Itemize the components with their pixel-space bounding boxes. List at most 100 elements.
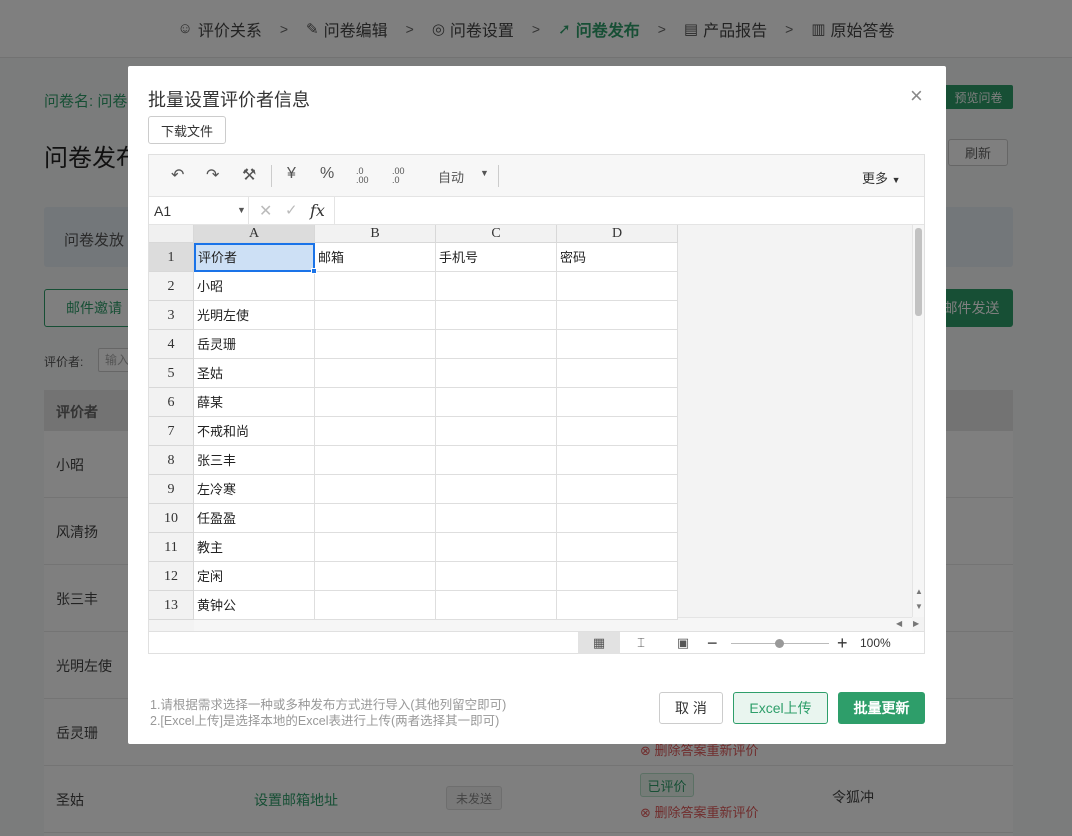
- spreadsheet-cell[interactable]: [436, 533, 557, 562]
- spreadsheet-cell[interactable]: [436, 446, 557, 475]
- row-header[interactable]: 6: [149, 388, 194, 417]
- spreadsheet-cell[interactable]: [436, 272, 557, 301]
- spreadsheet-cell[interactable]: [557, 417, 678, 446]
- zoom-out-icon[interactable]: −: [707, 633, 718, 653]
- spreadsheet-cell[interactable]: [557, 359, 678, 388]
- excel-upload-button[interactable]: Excel上传: [733, 692, 828, 724]
- row-header[interactable]: 8: [149, 446, 194, 475]
- decimal-increase-button[interactable]: .0 .00: [356, 167, 376, 185]
- spreadsheet-cell[interactable]: [557, 504, 678, 533]
- spreadsheet-cell[interactable]: [436, 562, 557, 591]
- spreadsheet-cell[interactable]: 邮箱: [315, 243, 436, 272]
- select-all-corner[interactable]: [149, 225, 194, 243]
- more-menu-button[interactable]: 更多 ▼: [862, 168, 901, 187]
- page-break-view-icon[interactable]: ⌶: [620, 632, 662, 654]
- fill-handle[interactable]: [311, 268, 317, 274]
- undo-icon[interactable]: ↶: [171, 165, 184, 185]
- spreadsheet-cell[interactable]: [315, 359, 436, 388]
- spreadsheet-cell[interactable]: [315, 417, 436, 446]
- spreadsheet-cell[interactable]: [315, 301, 436, 330]
- number-format-select[interactable]: 自动: [438, 167, 464, 186]
- row-header[interactable]: 10: [149, 504, 194, 533]
- vertical-scrollbar[interactable]: ▲ ▼: [912, 225, 924, 617]
- spreadsheet-cell[interactable]: [557, 533, 678, 562]
- spreadsheet-cell[interactable]: 薛某: [194, 388, 315, 417]
- spreadsheet-cell[interactable]: [436, 301, 557, 330]
- spreadsheet-cell[interactable]: [436, 591, 557, 620]
- scroll-down-icon[interactable]: ▼: [914, 602, 924, 611]
- percent-format-button[interactable]: %: [320, 165, 334, 183]
- row-header[interactable]: 11: [149, 533, 194, 562]
- spreadsheet-cell[interactable]: 圣姑: [194, 359, 315, 388]
- spreadsheet-cell[interactable]: 评价者: [194, 243, 315, 272]
- row-header[interactable]: 9: [149, 475, 194, 504]
- zoom-slider-knob[interactable]: [775, 639, 784, 648]
- spreadsheet-cell[interactable]: 教主: [194, 533, 315, 562]
- row-header[interactable]: 5: [149, 359, 194, 388]
- spreadsheet-cell[interactable]: 左冷寒: [194, 475, 315, 504]
- row-header[interactable]: 13: [149, 591, 194, 620]
- format-painter-icon[interactable]: ⚒: [242, 165, 256, 185]
- spreadsheet-cell[interactable]: [315, 504, 436, 533]
- spreadsheet-cell[interactable]: [436, 359, 557, 388]
- spreadsheet-cell[interactable]: 密码: [557, 243, 678, 272]
- cancel-formula-icon[interactable]: ✕: [259, 201, 272, 221]
- spreadsheet-cell[interactable]: [315, 475, 436, 504]
- column-header-a[interactable]: A: [194, 225, 315, 243]
- row-header[interactable]: 7: [149, 417, 194, 446]
- column-header-d[interactable]: D: [557, 225, 678, 243]
- confirm-formula-icon[interactable]: ✓: [285, 201, 298, 219]
- spreadsheet-cell[interactable]: 张三丰: [194, 446, 315, 475]
- spreadsheet-cell[interactable]: 任盈盈: [194, 504, 315, 533]
- row-header[interactable]: 4: [149, 330, 194, 359]
- row-header[interactable]: 12: [149, 562, 194, 591]
- download-file-button[interactable]: 下载文件: [148, 116, 226, 144]
- scroll-up-icon[interactable]: ▲: [914, 587, 924, 596]
- spreadsheet-cell[interactable]: [315, 272, 436, 301]
- spreadsheet-cell[interactable]: [557, 272, 678, 301]
- chevron-down-icon[interactable]: ▼: [237, 205, 246, 215]
- spreadsheet-cell[interactable]: 岳灵珊: [194, 330, 315, 359]
- batch-update-button[interactable]: 批量更新: [838, 692, 925, 724]
- spreadsheet-cell[interactable]: [315, 446, 436, 475]
- spreadsheet-cell[interactable]: [557, 446, 678, 475]
- spreadsheet-cell[interactable]: 定闲: [194, 562, 315, 591]
- row-header[interactable]: 2: [149, 272, 194, 301]
- scroll-left-icon[interactable]: ◀: [896, 619, 902, 628]
- spreadsheet-cell[interactable]: 光明左使: [194, 301, 315, 330]
- row-header[interactable]: 3: [149, 301, 194, 330]
- cancel-button[interactable]: 取 消: [659, 692, 723, 724]
- column-header-b[interactable]: B: [315, 225, 436, 243]
- spreadsheet-cell[interactable]: [557, 591, 678, 620]
- column-header-c[interactable]: C: [436, 225, 557, 243]
- spreadsheet-cell[interactable]: [557, 301, 678, 330]
- currency-format-button[interactable]: ¥: [287, 165, 296, 183]
- fx-icon[interactable]: fx: [310, 201, 325, 220]
- spreadsheet-cell[interactable]: [436, 475, 557, 504]
- spreadsheet-cell[interactable]: [436, 504, 557, 533]
- redo-icon[interactable]: ↷: [206, 165, 219, 185]
- vertical-scroll-thumb[interactable]: [915, 228, 922, 316]
- spreadsheet-cell[interactable]: [436, 417, 557, 446]
- spreadsheet-cell[interactable]: [436, 388, 557, 417]
- row-header[interactable]: 1: [149, 243, 194, 272]
- spreadsheet-cell[interactable]: [436, 330, 557, 359]
- cell-reference[interactable]: A1: [154, 203, 171, 219]
- spreadsheet-cell[interactable]: [557, 475, 678, 504]
- page-layout-view-icon[interactable]: ▣: [662, 632, 704, 654]
- spreadsheet-cell[interactable]: [315, 533, 436, 562]
- close-icon[interactable]: ×: [910, 85, 923, 107]
- spreadsheet-cell[interactable]: 手机号: [436, 243, 557, 272]
- spreadsheet-cell[interactable]: 小昭: [194, 272, 315, 301]
- spreadsheet-cell[interactable]: [315, 330, 436, 359]
- spreadsheet-cell[interactable]: [557, 330, 678, 359]
- spreadsheet-cell[interactable]: [315, 388, 436, 417]
- normal-view-icon[interactable]: ▦: [578, 632, 620, 654]
- spreadsheet-cell[interactable]: [315, 562, 436, 591]
- spreadsheet-cell[interactable]: 不戒和尚: [194, 417, 315, 446]
- spreadsheet-cell[interactable]: [557, 562, 678, 591]
- decimal-decrease-button[interactable]: .00 .0: [392, 167, 412, 185]
- chevron-down-icon[interactable]: ▼: [480, 168, 489, 178]
- zoom-in-icon[interactable]: +: [837, 633, 848, 653]
- spreadsheet-cell[interactable]: [315, 591, 436, 620]
